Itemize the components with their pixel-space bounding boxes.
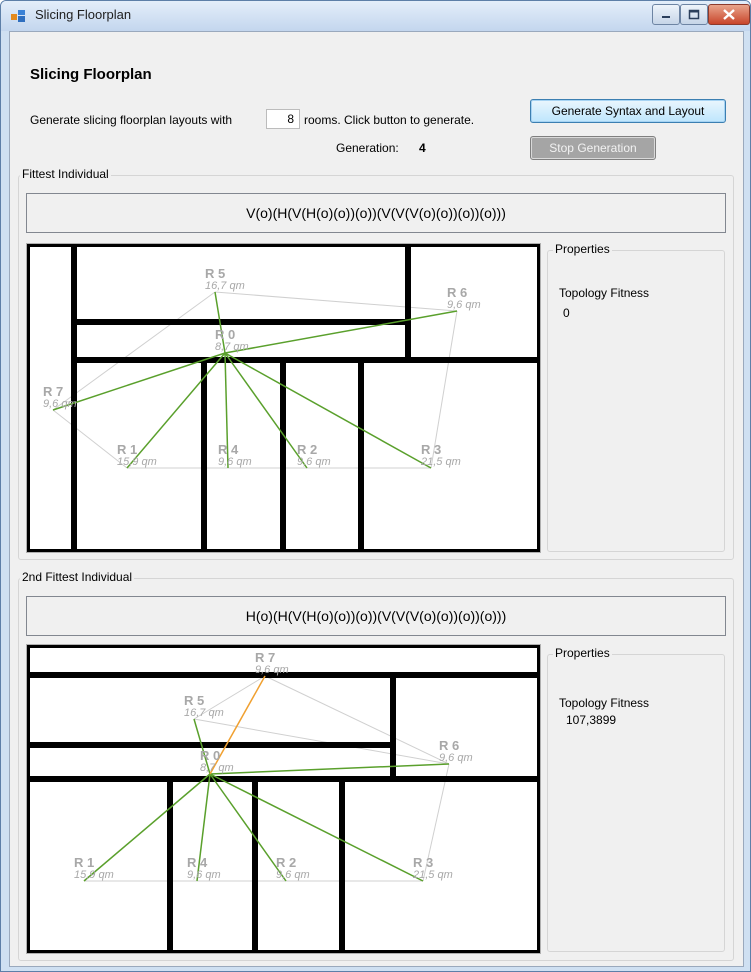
- fittest-floorplan: R 516,7 qm R 69,6 qmR 08,7 qmR 79,6 qmR 1…: [27, 244, 540, 552]
- adjacency-edge: [224, 310, 458, 354]
- title-bar[interactable]: Slicing Floorplan: [1, 1, 750, 31]
- room-wall: [27, 779, 170, 953]
- room-area: 9,6 qm: [297, 456, 331, 468]
- stop-generation-button[interactable]: Stop Generation: [530, 136, 656, 160]
- maximize-button[interactable]: [680, 4, 708, 25]
- room-name: R 6: [439, 738, 459, 753]
- adjacency-edge-secondary: [214, 291, 458, 312]
- minimize-button[interactable]: [652, 4, 680, 25]
- second-fittest-fitness-label: Topology Fitness: [559, 696, 650, 710]
- generation-value: 4: [419, 141, 426, 155]
- room-name: R 7: [43, 384, 63, 399]
- second-fittest-group-title: 2nd Fittest Individual: [20, 570, 135, 584]
- room-name: R 2: [276, 855, 296, 870]
- room-area: 9,6 qm: [43, 398, 77, 410]
- room-name: R 4: [187, 855, 208, 870]
- room-wall: [27, 645, 540, 953]
- main-window: Slicing Floorplan Slicing Floorplan Gene…: [0, 0, 751, 972]
- maximize-icon: [688, 9, 700, 20]
- room-area: 9,6 qm: [276, 869, 310, 881]
- room-area: 9,6 qm: [218, 456, 252, 468]
- adjacency-edge-secondary: [52, 409, 128, 469]
- room-area: 21,5 qm: [412, 869, 453, 881]
- room-area: 9,6 qm: [255, 664, 289, 676]
- fittest-floorplan-canvas: R 5 16,7 qm R 6 9,6 qm R 0 8,7 qm R 7 9,6 qm R 1…: [26, 243, 541, 553]
- minimize-icon: [662, 16, 670, 18]
- room-name: R 3: [413, 855, 433, 870]
- room-area: 9,6 qm: [439, 752, 473, 764]
- room-wall: [170, 779, 255, 953]
- room-name: R 6: [447, 285, 467, 300]
- close-icon: [723, 9, 735, 20]
- second-fittest-syntax: H(o)(H(V(H(o)(o))(o))(V(V(V(o)(o))(o))(o…: [26, 596, 726, 636]
- room-area: 9,6 qm: [447, 299, 481, 311]
- second-fittest-floorplan-canvas: R 7 9,6 qm R 5 16,7 qm R 6 9,6 qm R 0 8,7 qm R 1…: [26, 644, 541, 954]
- room-area: 15,9 qm: [74, 869, 114, 881]
- room-wall: [342, 779, 540, 953]
- client-area: Slicing Floorplan Generate slicing floor…: [9, 31, 744, 967]
- room-area: 9,6 qm: [187, 869, 221, 881]
- generate-button[interactable]: Generate Syntax and Layout: [530, 99, 726, 123]
- fittest-group-title: Fittest Individual: [20, 167, 111, 181]
- second-fittest-properties-title: Properties: [553, 646, 612, 660]
- prompt-prefix: Generate slicing floorplan layouts with: [30, 113, 233, 127]
- room-area: 16,7 qm: [184, 707, 224, 719]
- adjacency-edge: [126, 352, 226, 469]
- page-heading: Slicing Floorplan: [30, 66, 152, 83]
- generation-label: Generation:: [336, 141, 399, 155]
- rooms-count-input[interactable]: 8: [266, 109, 300, 129]
- room-name: R 4: [218, 442, 239, 457]
- room-name: R 0: [200, 748, 220, 763]
- room-area: 15,9 qm: [117, 456, 157, 468]
- prompt-suffix: rooms. Click button to generate.: [304, 113, 475, 127]
- room-area: 16,7 qm: [205, 280, 245, 292]
- room-name: R 5: [184, 693, 204, 708]
- room-area: 8,7 qm: [215, 341, 249, 353]
- adjacency-edge: [209, 773, 287, 882]
- adjacency-edge: [209, 763, 450, 775]
- second-fittest-floorplan: R 79,6 qmR 516,7 qmR 69,6 qmR 08,7 qmR 1…: [27, 645, 540, 953]
- adjacency-edge-secondary: [264, 675, 450, 765]
- close-button[interactable]: [708, 4, 750, 25]
- room-name: R 5: [205, 266, 225, 281]
- fittest-fitness-value: 0: [563, 306, 570, 320]
- room-area: 21,5 qm: [420, 456, 461, 468]
- second-fittest-fitness-value: 107,3899: [566, 713, 617, 727]
- adjacency-edge: [209, 773, 424, 882]
- adjacency-edge: [224, 352, 432, 469]
- window-title: Slicing Floorplan: [35, 7, 132, 22]
- room-area: 8,7 qm: [200, 762, 234, 774]
- room-wall: [255, 779, 342, 953]
- fittest-fitness-label: Topology Fitness: [559, 286, 650, 300]
- room-name: R 2: [297, 442, 317, 457]
- room-name: R 1: [74, 855, 94, 870]
- room-name: R 0: [215, 327, 235, 342]
- adjacency-edge-secondary: [193, 718, 450, 765]
- fittest-syntax: V(o)(H(V(H(o)(o))(o))(V(V(V(o)(o))(o))(o…: [26, 193, 726, 233]
- room-name: R 3: [421, 442, 441, 457]
- room-name: R 7: [255, 650, 275, 665]
- room-name: R 1: [117, 442, 137, 457]
- app-window-icon: [11, 10, 25, 22]
- fittest-properties-title: Properties: [553, 242, 612, 256]
